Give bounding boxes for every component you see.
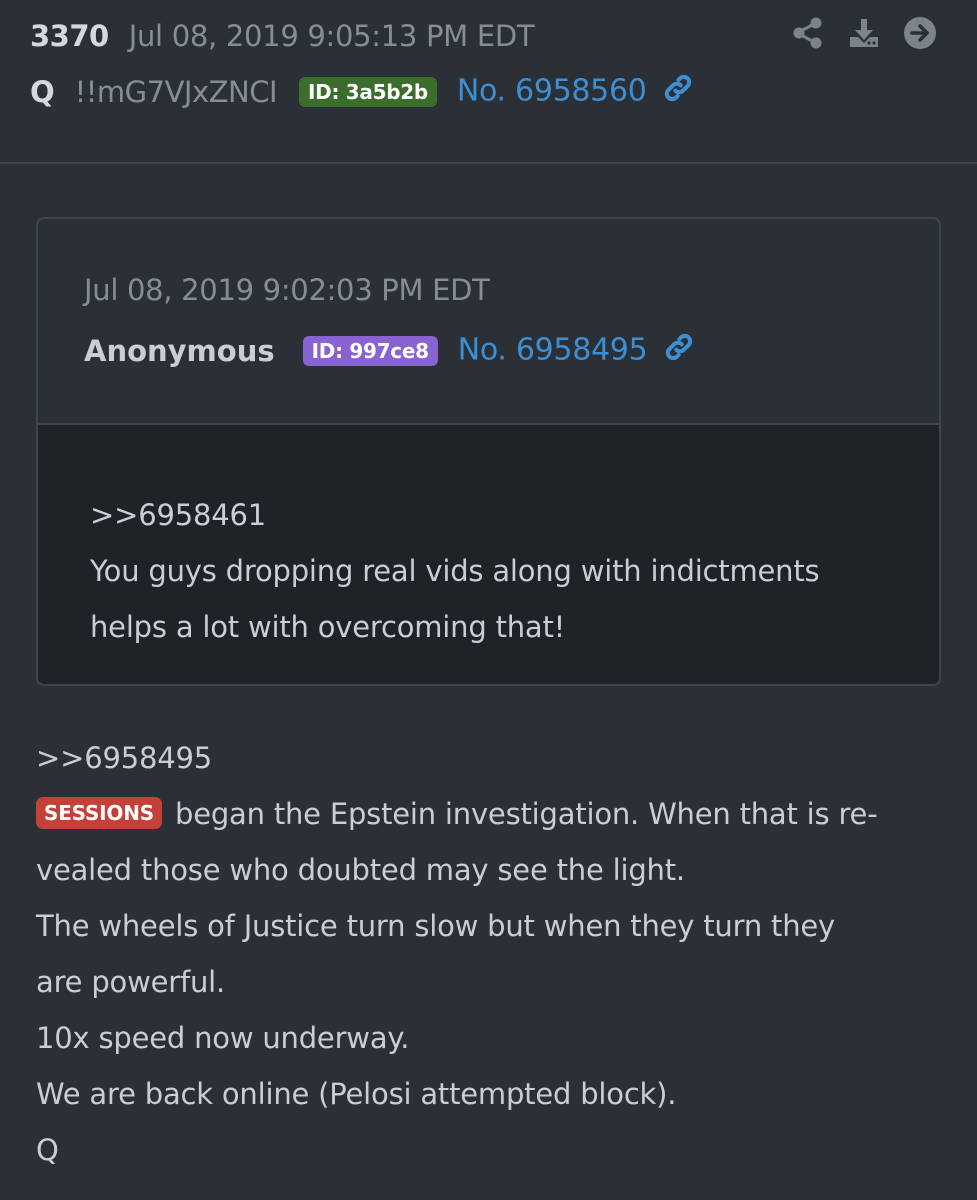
- link-icon[interactable]: [662, 72, 694, 112]
- body-line: The wheels of Justice turn slow but when…: [36, 909, 835, 943]
- quoted-post-author: Anonymous: [84, 334, 275, 368]
- quoted-post-id-badge: ID: 997ce8: [302, 336, 438, 366]
- post-number-link-label[interactable]: No. 6958560: [457, 74, 647, 109]
- post-meta-row: 3370 Jul 08, 2019 9:05:13 PM EDT: [30, 14, 535, 58]
- share-icon[interactable]: [791, 16, 825, 50]
- post-number: 3370: [30, 19, 109, 53]
- quoted-post: Jul 08, 2019 9:02:03 PM EDT Anonymous ID…: [36, 217, 941, 686]
- post-header: 3370 Jul 08, 2019 9:05:13 PM EDT Q !!mG7…: [0, 0, 977, 164]
- post-tripcode: !!mG7VJxZNCI: [74, 75, 278, 109]
- reply-reference-link[interactable]: >>6958495: [36, 730, 946, 786]
- body-line-text: began the Epstein investigation. When th…: [165, 797, 878, 831]
- body-line: SESSIONS began the Epstein investigation…: [36, 786, 946, 842]
- quoted-post-text: >>6958461 You guys dropping real vids al…: [90, 487, 820, 655]
- quoted-post-header: Jul 08, 2019 9:02:03 PM EDT Anonymous ID…: [38, 219, 939, 425]
- post-author: Q: [30, 75, 55, 109]
- quoted-text-line: You guys dropping real vids along with i…: [90, 554, 820, 588]
- post-actions: [791, 16, 937, 50]
- quoted-post-number-link[interactable]: No. 6958495: [458, 331, 695, 371]
- quoted-post-date: Jul 08, 2019 9:02:03 PM EDT: [84, 273, 490, 307]
- arrow-right-circle-icon[interactable]: [903, 16, 937, 50]
- quoted-post-body: >>6958461 You guys dropping real vids al…: [38, 425, 939, 684]
- post-date: Jul 08, 2019 9:05:13 PM EDT: [128, 19, 535, 53]
- quoted-post-number-link-label[interactable]: No. 6958495: [458, 333, 648, 368]
- post-number-link[interactable]: No. 6958560: [457, 72, 694, 112]
- post-body: >>6958495 SESSIONS began the Epstein inv…: [36, 730, 946, 1178]
- link-icon[interactable]: [663, 331, 695, 371]
- quoted-text-line: helps a lot with overcoming that!: [90, 610, 566, 644]
- post-signature: Q: [36, 1133, 59, 1167]
- post-author-row: Q !!mG7VJxZNCI ID: 3a5b2b No. 6958560: [30, 70, 694, 114]
- post-id-badge: ID: 3a5b2b: [299, 77, 437, 107]
- quoted-post-author-row: Anonymous ID: 997ce8 No. 6958495: [84, 329, 695, 373]
- body-line: are powerful.: [36, 965, 226, 999]
- body-line: vealed those who doubted may see the lig…: [36, 853, 685, 887]
- sessions-tag[interactable]: SESSIONS: [36, 797, 162, 829]
- download-icon[interactable]: [847, 16, 881, 50]
- quoted-reply-ref[interactable]: >>6958461: [90, 487, 819, 543]
- body-line: 10x speed now underway.: [36, 1021, 410, 1055]
- body-line: We are back online (Pelosi attempted blo…: [36, 1077, 677, 1111]
